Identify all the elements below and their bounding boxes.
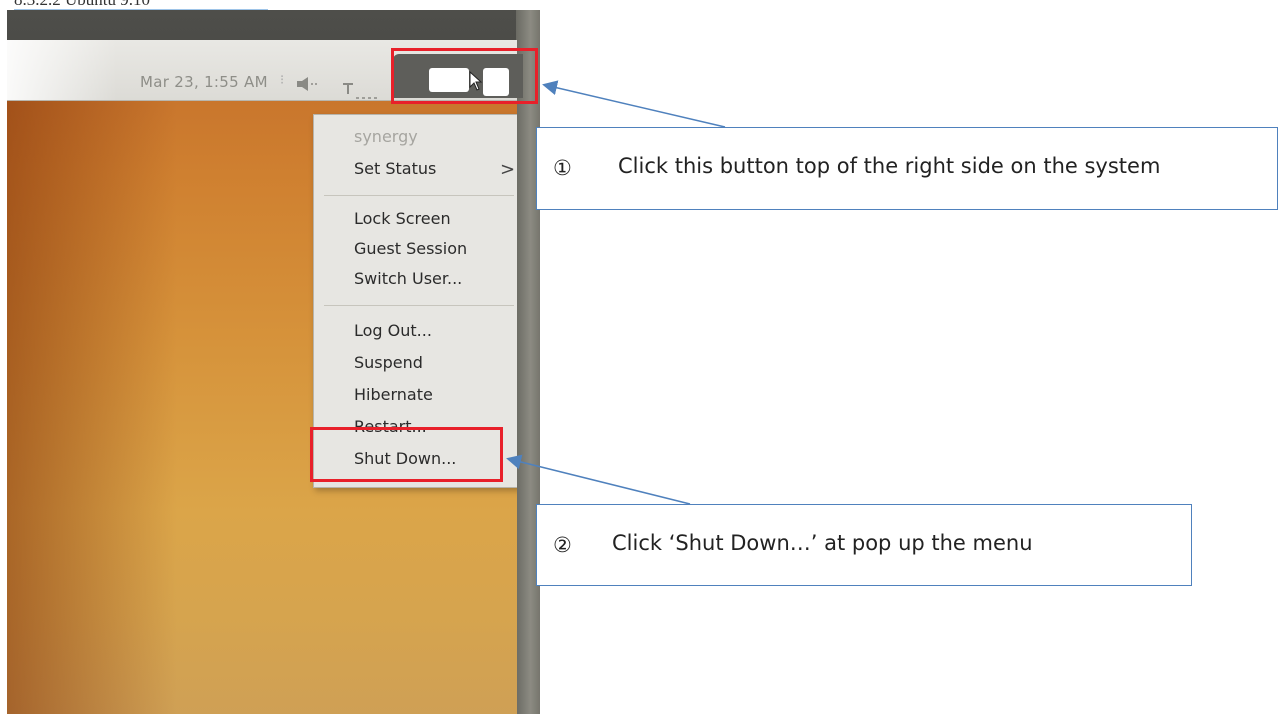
callout-step-2: ② Click ‘Shut Down…’ at pop up the menu bbox=[536, 504, 1192, 586]
step-number: ① bbox=[553, 156, 572, 180]
step-text: Click this button top of the right side … bbox=[618, 154, 1161, 178]
arrow-to-user-button bbox=[542, 80, 726, 128]
callout-arrows bbox=[506, 80, 726, 505]
arrow-to-shut-down bbox=[506, 454, 691, 505]
callout-step-1: ① Click this button top of the right sid… bbox=[536, 127, 1278, 210]
step-text: Click ‘Shut Down…’ at pop up the menu bbox=[612, 531, 1033, 555]
step-number: ② bbox=[553, 533, 572, 557]
